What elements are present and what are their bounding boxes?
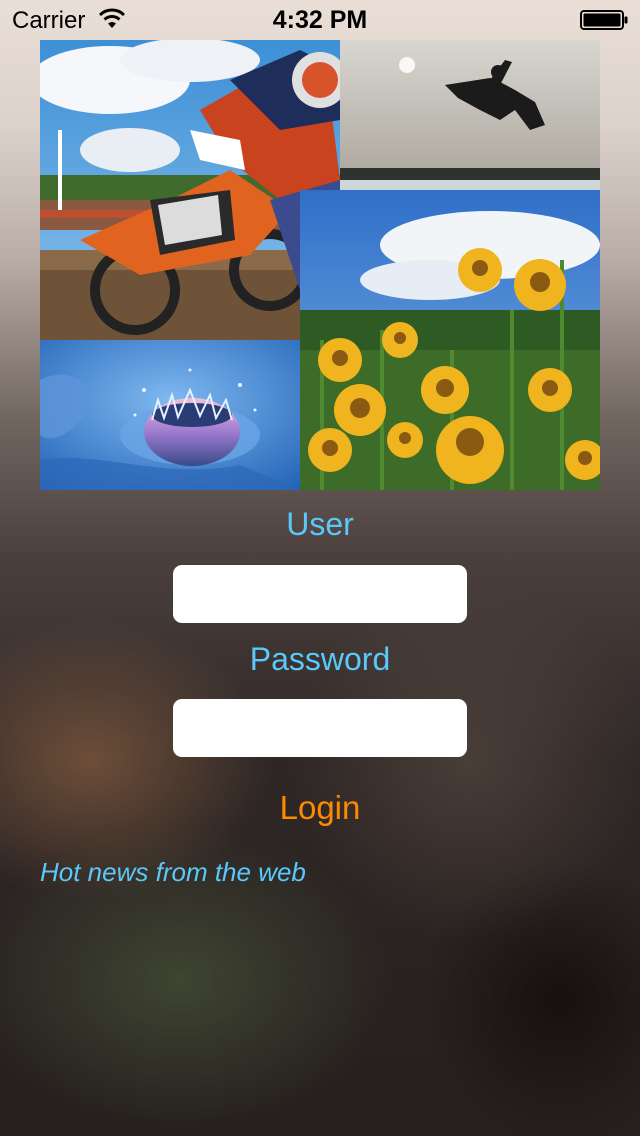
photo-collage [40,40,600,490]
status-time: 4:32 PM [272,6,368,34]
sunflowers-photo [300,190,600,490]
status-bar: Carrier 4:32 PM [0,0,640,40]
jump-silhouette-photo [340,40,600,190]
water-drop-photo [40,340,300,490]
battery-icon [580,10,628,30]
login-button[interactable]: Login [220,786,420,830]
hot-news-link[interactable]: Hot news from the web [40,857,306,888]
motocross-photo [40,40,340,340]
user-input[interactable] [173,565,467,623]
user-label: User [286,506,354,542]
password-input[interactable] [173,699,467,757]
password-label: Password [249,641,391,677]
